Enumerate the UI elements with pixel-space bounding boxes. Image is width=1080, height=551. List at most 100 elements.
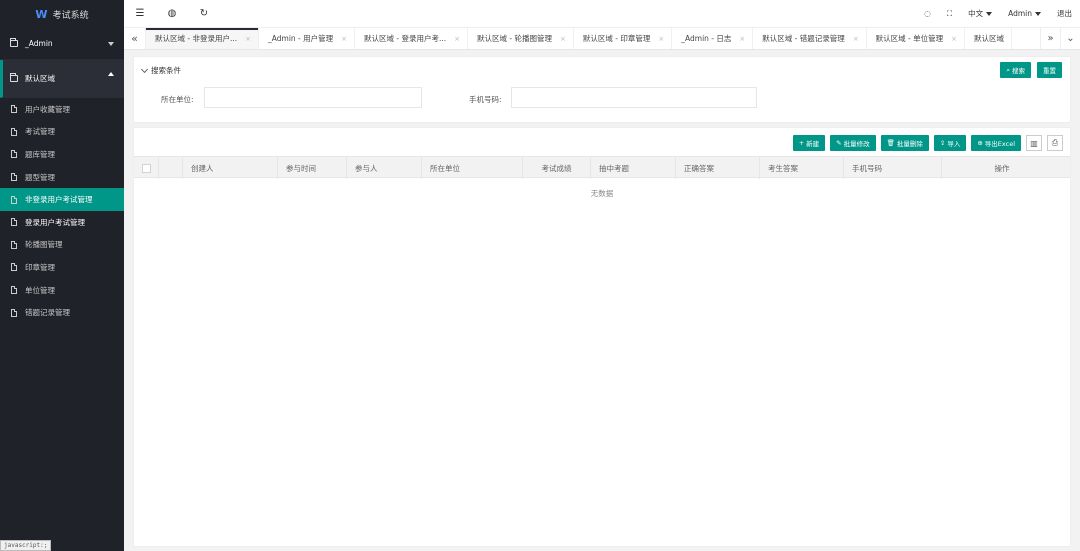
sidebar-item-label: 考试管理 [25, 127, 55, 137]
table-toolbar: + 新建 ✎ 批量修改 🗑 批量删除 ⇪ 导入 ⊕ 导出Excel ▥ ⎙ [792, 135, 1063, 151]
theme-icon[interactable]: ◌ [916, 9, 939, 18]
add-button[interactable]: + 新建 [792, 135, 826, 151]
download-icon: ⊕ [977, 139, 983, 147]
tabs: 默认区域 - 非登录用户... × _Admin - 用户管理 × 默认区域 - 登录用… [146, 28, 1040, 49]
brand[interactable]: W 考试系统 [0, 0, 124, 28]
sidebar-item[interactable]: 登录用户考试管理 [0, 211, 124, 234]
tab-close-icon[interactable]: × [853, 35, 859, 43]
tab[interactable]: 默认区域 - 轮播图管理 × [468, 28, 574, 49]
batch-edit-button[interactable]: ✎ 批量修改 [830, 135, 876, 151]
language-select[interactable]: 中文 [960, 8, 1000, 19]
tab-label: 默认区域 - 非登录用户... [155, 34, 238, 43]
language-label: 中文 [968, 9, 984, 18]
column-header[interactable]: 创建人 [183, 157, 278, 179]
folder-icon [10, 73, 18, 82]
search-panel-title[interactable]: 搜索条件 [140, 65, 181, 76]
sidebar-item[interactable]: 单位管理 [0, 279, 124, 302]
user-menu[interactable]: Admin [1000, 9, 1049, 18]
document-icon [11, 218, 17, 227]
sidebar-item[interactable]: 非登录用户考试管理 [0, 188, 124, 211]
search-panel-title-text: 搜索条件 [151, 66, 181, 75]
tab-close-icon[interactable]: × [341, 35, 347, 43]
sidebar-item[interactable]: 印章管理 [0, 256, 124, 279]
select-all-checkbox[interactable] [141, 163, 151, 173]
document-icon [11, 127, 17, 136]
column-header[interactable]: 考生答案 [760, 157, 844, 179]
print-icon[interactable]: ⎙ [1047, 135, 1063, 151]
columns-icon[interactable]: ▥ [1026, 135, 1042, 151]
column-header[interactable]: 正确答案 [676, 157, 760, 179]
column-header[interactable]: 所在单位 [422, 157, 523, 179]
batch-delete-button[interactable]: 🗑 批量删除 [880, 135, 929, 151]
nav-group-admin[interactable]: _Admin [0, 28, 124, 60]
globe-icon[interactable]: ◍ [156, 0, 188, 28]
import-button[interactable]: ⇪ 导入 [933, 135, 967, 151]
column-header[interactable]: 考试成绩 [523, 157, 591, 179]
column-header[interactable]: 参与时间 [278, 157, 347, 179]
tab-label: 默认区域 - 单位管理 [875, 34, 944, 43]
tab-label: 默认区域 - 轮播图管理 [477, 34, 553, 43]
caret-down-icon [1035, 11, 1041, 16]
top-header: ☰ ◍ ↻ ◌ ⛶ 中文 Admin 退出 [124, 0, 1080, 28]
tab[interactable]: 默认区域 - 登录用户考... × [355, 28, 469, 49]
sidebar-item-label: 题型管理 [25, 172, 55, 182]
tab-close-icon[interactable]: × [560, 35, 566, 43]
reset-button-label: 重置 [1043, 67, 1056, 75]
tab[interactable]: 默认区域 - 印章管理 × [574, 28, 673, 49]
column-header[interactable]: 手机号码 [844, 157, 942, 179]
tabs-menu-icon[interactable]: ⌄ [1060, 28, 1080, 49]
search-button-label: 搜索 [1012, 67, 1025, 75]
sidebar-item[interactable]: 题型管理 [0, 166, 124, 189]
document-icon [11, 150, 17, 159]
tab-close-icon[interactable]: × [739, 35, 745, 43]
menu-toggle-icon[interactable]: ☰ [124, 0, 156, 28]
empty-state: 无数据 [590, 189, 614, 198]
column-header[interactable]: 操作 [942, 157, 1062, 179]
document-icon [11, 263, 17, 272]
sidebar-item[interactable]: 轮播图管理 [0, 234, 124, 257]
sidebar-item[interactable]: 错题记录管理 [0, 301, 124, 324]
tab[interactable]: _Admin - 用户管理 × [259, 28, 356, 49]
tab-close-icon[interactable]: × [454, 35, 460, 43]
tab-close-icon[interactable]: × [951, 35, 957, 43]
fullscreen-icon[interactable]: ⛶ [939, 9, 960, 19]
logout-link[interactable]: 退出 [1049, 8, 1080, 19]
plus-icon: + [798, 139, 805, 147]
sidebar-item[interactable]: 题库管理 [0, 143, 124, 166]
phone-input[interactable] [511, 87, 757, 108]
tab[interactable]: 默认区域 - 非登录用户... × [146, 28, 260, 49]
sidebar-item[interactable]: 用户收藏管理 [0, 98, 124, 121]
refresh-icon[interactable]: ↻ [188, 0, 220, 28]
table-panel: + 新建 ✎ 批量修改 🗑 批量删除 ⇪ 导入 ⊕ 导出Excel ▥ ⎙ 创建… [133, 127, 1071, 547]
tab-label: 默认区域 [974, 34, 1004, 43]
tab-close-icon[interactable]: × [245, 35, 251, 43]
tab-label: _Admin - 用户管理 [268, 34, 334, 43]
tab-close-icon[interactable]: × [658, 35, 664, 43]
export-excel-button[interactable]: ⊕ 导出Excel [971, 135, 1021, 151]
nav-group-default[interactable]: 默认区域 [0, 60, 124, 98]
user-name: Admin [1008, 9, 1032, 18]
sidebar-item-label: 登录用户考试管理 [25, 217, 85, 227]
column-header[interactable]: 抽中考题 [591, 157, 676, 179]
table-header: 创建人 参与时间 参与人 所在单位 考试成绩 抽中考题 正确答案 考生答案 手机号码 操作 [134, 156, 1070, 179]
batch-edit-button-label: 批量修改 [843, 140, 870, 148]
tabs-prev-icon[interactable]: « [124, 28, 146, 49]
tab[interactable]: 默认区域 - 单位管理 × [867, 28, 965, 49]
document-icon [11, 105, 17, 114]
tab[interactable]: 默认区域 - 错题记录管理 × [753, 28, 867, 49]
export-excel-button-label: 导出Excel [984, 140, 1015, 148]
tabs-next-icon[interactable]: » [1040, 28, 1060, 49]
search-button[interactable]: ⌕ 搜索 [1000, 62, 1031, 78]
sidebar-item-label: 单位管理 [25, 285, 55, 295]
document-icon [11, 240, 17, 249]
chevron-down-icon [140, 65, 149, 73]
tab[interactable]: _Admin - 日志 × [672, 28, 754, 49]
sidebar-item[interactable]: 考试管理 [0, 121, 124, 144]
add-button-label: 新建 [806, 140, 820, 148]
reset-button[interactable]: 重置 [1037, 62, 1062, 78]
column-header[interactable]: 参与人 [347, 157, 422, 179]
tab[interactable]: 默认区域 [965, 28, 1012, 49]
unit-input[interactable] [204, 87, 422, 108]
tab-label: 默认区域 - 印章管理 [582, 34, 651, 43]
caret-down-icon [108, 42, 114, 46]
